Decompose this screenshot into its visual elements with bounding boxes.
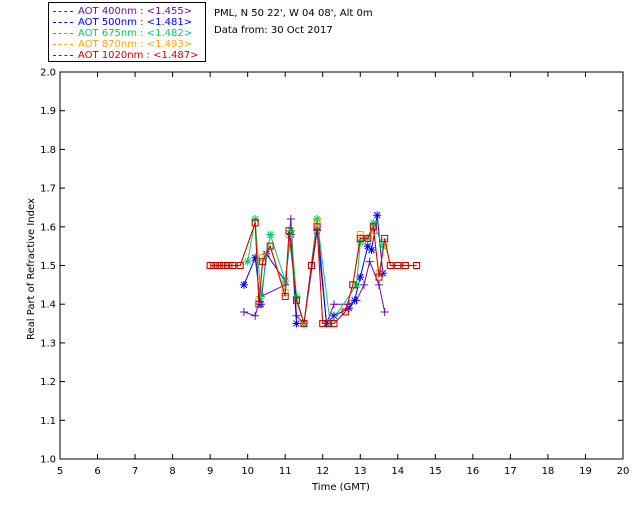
x-tick-label: 12 bbox=[316, 466, 329, 477]
x-tick-label: 18 bbox=[542, 466, 555, 477]
data-point bbox=[365, 257, 374, 266]
x-tick-label: 5 bbox=[57, 466, 63, 477]
data-point bbox=[380, 307, 389, 316]
x-tick-label: 19 bbox=[579, 466, 592, 477]
y-tick-label: 1.3 bbox=[40, 338, 56, 349]
x-tick-label: 10 bbox=[241, 466, 254, 477]
data-point bbox=[266, 230, 275, 239]
data-point bbox=[350, 296, 359, 305]
x-tick-label: 9 bbox=[207, 466, 213, 477]
x-tick-label: 13 bbox=[354, 466, 367, 477]
data-point bbox=[373, 211, 382, 220]
data-point bbox=[329, 300, 338, 309]
x-tick-label: 17 bbox=[504, 466, 517, 477]
data-point bbox=[239, 307, 248, 316]
x-tick-label: 20 bbox=[617, 466, 630, 477]
y-tick-label: 1.4 bbox=[40, 300, 56, 311]
y-tick-label: 1.2 bbox=[40, 377, 56, 388]
data-point bbox=[367, 246, 376, 255]
x-tick-label: 15 bbox=[429, 466, 442, 477]
series-2 bbox=[243, 215, 387, 328]
data-point bbox=[251, 311, 260, 320]
data-point bbox=[243, 257, 252, 266]
x-tick-label: 8 bbox=[169, 466, 175, 477]
y-tick-label: 1.9 bbox=[40, 106, 56, 117]
plot-frame bbox=[59, 71, 624, 460]
data-point bbox=[239, 280, 248, 289]
data-point bbox=[375, 280, 384, 289]
y-tick-label: 1.5 bbox=[40, 261, 56, 272]
data-point bbox=[360, 280, 369, 289]
data-point bbox=[286, 215, 295, 224]
y-tick-label: 2.0 bbox=[40, 68, 56, 79]
x-tick-label: 11 bbox=[279, 466, 292, 477]
y-tick-label: 1.0 bbox=[40, 455, 56, 466]
y-axis-label: Real Part of Refractive Index bbox=[26, 198, 37, 340]
y-tick-label: 1.6 bbox=[40, 222, 56, 233]
x-tick-label: 6 bbox=[94, 466, 100, 477]
x-tick-label: 7 bbox=[132, 466, 138, 477]
y-tick-label: 1.1 bbox=[40, 416, 56, 427]
chart: 5 6 7 8 9 10 11 12 13 14 15 16 17 18 19 20 1.0 1.1 1.2 1.3 1… bbox=[40, 68, 630, 478]
x-axis-label: Time (GMT) bbox=[312, 482, 370, 493]
series-4 bbox=[206, 219, 421, 328]
y-tick-label: 1.8 bbox=[40, 145, 56, 156]
y-tick-label: 1.7 bbox=[40, 184, 56, 195]
x-tick-label: 16 bbox=[466, 466, 479, 477]
data-point bbox=[292, 319, 301, 328]
x-tick-label: 14 bbox=[391, 466, 404, 477]
